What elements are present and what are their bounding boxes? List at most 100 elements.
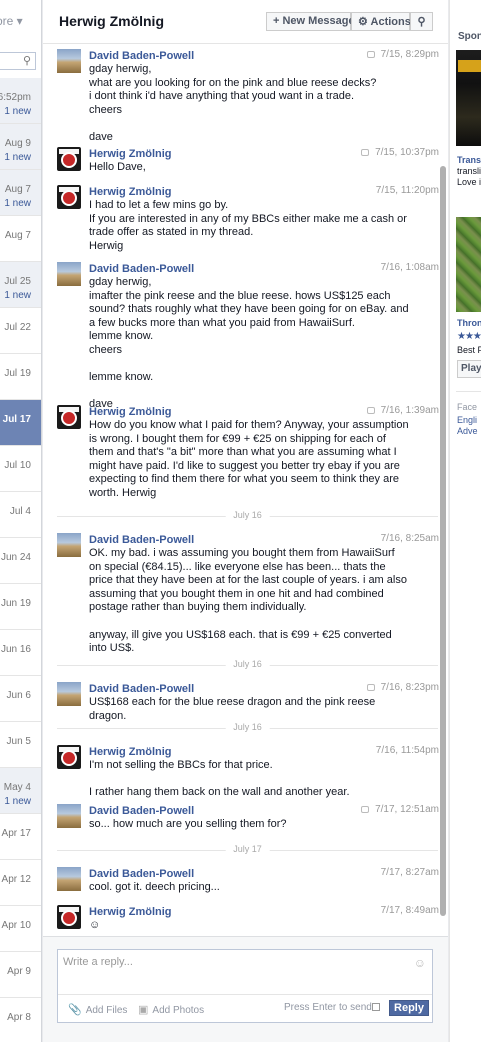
sender-name[interactable]: Herwig Zmölnig (89, 148, 172, 160)
reply-button[interactable]: Reply (389, 1000, 429, 1016)
scrollbar[interactable] (440, 166, 446, 916)
thread-item[interactable]: Jul 4 (0, 492, 41, 538)
avatar[interactable] (57, 804, 81, 828)
paperclip-icon: 📎 (68, 1004, 82, 1016)
message-list[interactable]: David Baden-Powell 7/15, 8:29pm gday herwi… (43, 45, 448, 933)
avatar[interactable] (57, 185, 81, 209)
message-body: so... how much are you selling them for? (89, 818, 287, 830)
rating-stars-icon: ★★★ (457, 331, 481, 342)
right-sidebar: Spons Transl translin Love is Throne ★★★… (449, 0, 481, 1042)
avatar[interactable] (57, 682, 81, 706)
reply-input[interactable] (63, 956, 363, 968)
thread-item[interactable]: Jun 24 (0, 538, 41, 584)
message-timestamp: 7/17, 8:27am (381, 867, 439, 878)
ad1-line-3: Love is (457, 177, 481, 187)
footer-line-3[interactable]: Adve (457, 426, 478, 436)
add-photos-label: Add Photos (152, 1005, 205, 1016)
add-photos-button[interactable]: ▣ Add Photos (138, 1003, 204, 1016)
message-body: US$168 each for the blue reese dragon an… (89, 696, 379, 722)
avatar[interactable] (57, 405, 81, 429)
message-timestamp: 7/17, 8:49am (381, 905, 439, 916)
thread-item[interactable]: Jul 10 (0, 446, 41, 492)
camera-icon: ▣ (138, 1004, 149, 1016)
date-separator-label: July 16 (225, 722, 270, 732)
avatar[interactable] (57, 147, 81, 171)
thread-item[interactable]: May 4 1 new (0, 768, 41, 814)
timestamp-text: 7/16, 8:25am (380, 533, 439, 544)
press-enter-label: Press Enter to send (284, 1002, 372, 1013)
sender-name[interactable]: David Baden-Powell (89, 263, 194, 275)
thread-item[interactable]: Jun 16 (0, 630, 41, 676)
timestamp-text: 7/16, 1:39am (380, 405, 439, 416)
thread-item[interactable]: Jul 19 (0, 354, 41, 400)
sender-name[interactable]: Herwig Zmölnig (89, 906, 172, 918)
sender-name[interactable]: Herwig Zmölnig (89, 746, 172, 758)
date-separator-label: July 17 (225, 844, 270, 854)
thread-new-badge: 1 new (4, 152, 31, 163)
avatar[interactable] (57, 745, 81, 769)
search-icon: ⚲ (417, 16, 426, 28)
message-body: I'm not selling the BBCs for that price.… (89, 759, 350, 799)
thread-item[interactable]: Jun 19 (0, 584, 41, 630)
thread-item[interactable]: Aug 7 1 new (0, 170, 41, 216)
sender-name[interactable]: David Baden-Powell (89, 50, 194, 62)
thread-date: Jun 24 (0, 552, 31, 563)
more-dropdown[interactable]: ore ▾ (0, 14, 23, 28)
ad2-title[interactable]: Throne (457, 318, 481, 328)
thread-date: Aug 7 (4, 230, 31, 241)
thread-item[interactable]: Apr 17 (0, 814, 41, 860)
thread-item[interactable]: Jun 6 (0, 676, 41, 722)
thread-item[interactable]: Aug 7 (0, 216, 41, 262)
thread-item[interactable]: Apr 12 (0, 860, 41, 906)
message-body: cool. got it. deech pricing... (89, 881, 220, 893)
thread-item[interactable]: Apr 8 (0, 998, 41, 1042)
emoticon-icon[interactable]: ☺ (414, 956, 426, 970)
actions-button[interactable]: ⚙ Actions (351, 12, 411, 31)
message-body: gday herwig, what are you looking for on… (89, 63, 377, 143)
thread-item[interactable]: Jul 25 1 new (0, 262, 41, 308)
ad1-line-1[interactable]: Transl (457, 155, 481, 165)
thread-item[interactable]: Jul 22 (0, 308, 41, 354)
avatar[interactable] (57, 49, 81, 73)
new-message-button[interactable]: + New Message (266, 12, 355, 31)
thread-item[interactable]: Jul 17 (0, 400, 41, 446)
conversation-header: Herwig Zmölnig + New Message ⚙ Actions ⚲ (43, 0, 448, 44)
timestamp-text: 7/17, 8:49am (380, 905, 439, 916)
ad1-line-2: translin (457, 166, 481, 176)
sender-name[interactable]: David Baden-Powell (89, 868, 194, 880)
thread-new-badge: 1 new (4, 106, 31, 117)
chat-bubble-icon (361, 149, 370, 156)
ad-banner-icon (458, 60, 481, 72)
thread-item[interactable]: Apr 10 (0, 906, 41, 952)
search-conversation-button[interactable]: ⚲ (410, 12, 433, 31)
press-enter-checkbox[interactable] (372, 1003, 380, 1011)
ad-image-1[interactable] (456, 50, 481, 146)
sender-name[interactable]: David Baden-Powell (89, 683, 194, 695)
sender-name[interactable]: David Baden-Powell (89, 534, 194, 546)
avatar[interactable] (57, 533, 81, 557)
thread-item[interactable]: 6:52pm 1 new (0, 78, 41, 124)
play-button[interactable]: Play (457, 360, 481, 378)
sender-name[interactable]: Herwig Zmölnig (89, 406, 172, 418)
thread-date: Apr 8 (7, 1012, 31, 1023)
thread-search-input[interactable]: ⚲ (0, 52, 36, 70)
thread-item[interactable]: Apr 9 (0, 952, 41, 998)
sender-name[interactable]: David Baden-Powell (89, 805, 194, 817)
avatar[interactable] (57, 905, 81, 929)
message-timestamp: 7/16, 1:39am (366, 405, 439, 416)
avatar[interactable] (57, 867, 81, 891)
footer-line-1: Face (457, 402, 478, 412)
message-body: Hello Dave, (89, 161, 146, 173)
avatar[interactable] (57, 262, 81, 286)
ad-image-2[interactable] (456, 217, 481, 312)
thread-item[interactable]: Aug 9 1 new (0, 124, 41, 170)
thread-date: Jul 4 (9, 506, 31, 517)
message-timestamp: 7/15, 10:37pm (361, 147, 439, 158)
message-body: OK. my bad. i was assuming you bought th… (89, 547, 407, 655)
chat-bubble-icon (366, 51, 375, 58)
sender-name[interactable]: Herwig Zmölnig (89, 186, 172, 198)
conversation-title: Herwig Zmölnig (59, 13, 164, 29)
add-files-button[interactable]: 📎 Add Files (68, 1003, 127, 1016)
thread-item[interactable]: Jun 5 (0, 722, 41, 768)
footer-line-2[interactable]: Engli (457, 415, 477, 425)
